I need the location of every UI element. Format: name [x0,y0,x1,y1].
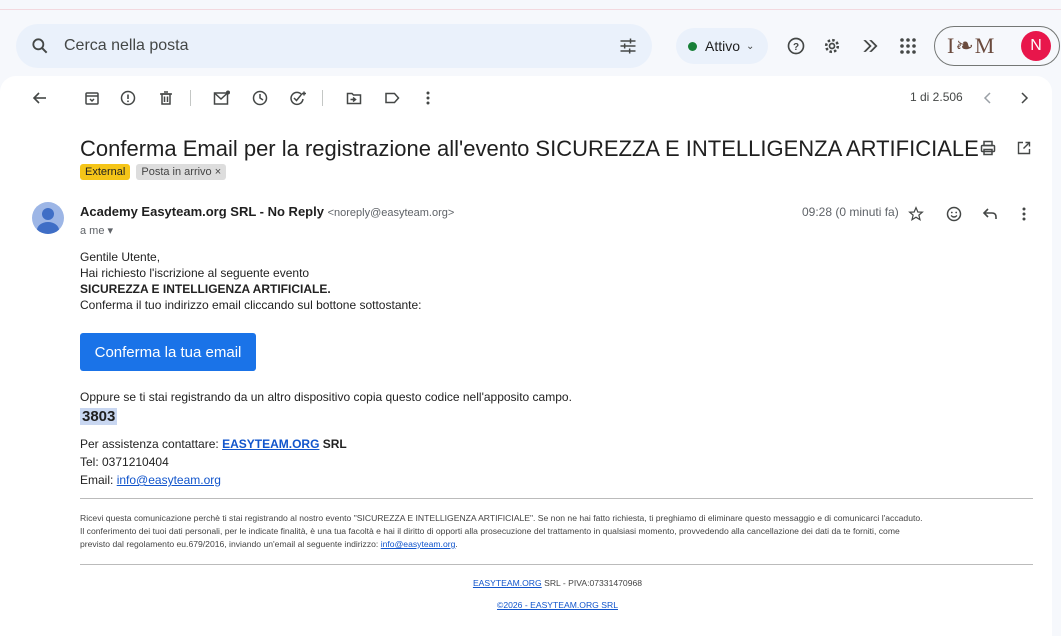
delete-trash-icon[interactable] [154,86,178,110]
settings-gear-icon[interactable] [820,34,844,58]
footer-vat-text: SRL - PIVA:07331470968 [541,578,643,588]
help-icon[interactable]: ? [784,34,808,58]
disclaimer-line-3: previsto dal regolamento eu.679/2016, in… [80,538,1035,551]
message-pane: 1 di 2.506 Conferma Email per la registr… [0,76,1052,636]
snooze-clock-icon[interactable] [248,86,272,110]
sender-avatar[interactable] [32,202,64,234]
page-count: 1 di 2.506 [910,90,963,104]
disclaimer-line-1: Ricevi questa comunicazione perchè ti st… [80,513,923,523]
footer-easyteam-link[interactable]: EASYTEAM.ORG [473,578,542,588]
reply-icon[interactable] [978,202,1002,226]
message-toolbar: 1 di 2.506 [0,76,1052,118]
received-time: 09:28 (0 minuti fa) [802,205,899,219]
search-input[interactable]: Cerca nella posta [64,37,604,55]
move-to-folder-icon[interactable] [342,86,366,110]
email-contact-line: Email: info@easyteam.org [80,473,221,487]
chevron-down-icon: ⌄ [746,40,755,52]
star-icon[interactable] [904,202,928,226]
older-chevron-right-icon[interactable] [1012,86,1036,110]
organization-logo: I❧M [947,33,996,58]
sender-address: <noreply@easyteam.org> [327,207,455,219]
avatar-head-shape [42,208,54,220]
disclaimer-email-link[interactable]: info@easyteam.org [381,539,456,549]
scrollbar[interactable] [1052,76,1061,626]
verification-code[interactable]: 3803 [80,408,118,425]
toolbar-divider [190,90,191,106]
newer-chevron-left-icon[interactable] [976,86,1000,110]
emoji-reaction-icon[interactable] [942,202,966,226]
external-badge: External [80,164,131,180]
add-task-icon[interactable] [286,86,310,110]
sender-name[interactable]: Academy Easyteam.org SRL - No Reply [80,204,324,219]
disclaimer-line-3-prefix: previsto dal regolamento eu.679/2016, in… [80,539,381,549]
mark-unread-icon[interactable] [210,86,234,110]
apps-grid-icon[interactable] [896,34,920,58]
copyright-link[interactable]: ©2026 - EASYTEAM.ORG SRL [497,600,618,610]
inbox-label-chip[interactable]: Posta in arrivo × [136,164,227,180]
archive-icon[interactable] [80,86,104,110]
disclaimer-line-2: Il conferimento dei tuoi dati personali,… [80,526,900,536]
body-line-2: Conferma il tuo indirizzo email cliccand… [80,298,422,312]
telephone-text: Tel: 0371210404 [80,455,169,469]
search-icon[interactable] [16,36,64,56]
event-name: SICUREZZA E INTELLIGENZA ARTIFICIALE. [80,282,331,296]
account-switcher[interactable]: I❧M N [934,26,1060,66]
email-subject: Conferma Email per la registrazione all'… [80,136,979,161]
open-in-new-window-icon[interactable] [1012,136,1036,160]
gemini-forward-icon[interactable] [858,34,882,58]
copyright-footer: ©2026 - EASYTEAM.ORG SRL [80,600,1035,610]
email-contact-prefix: Email: [80,473,117,487]
email-labels: External Posta in arrivo × [80,164,227,180]
toolbar-divider [322,90,323,106]
greeting-text: Gentile Utente, [80,250,161,264]
top-strip [0,0,1061,10]
disclaimer-line-3-suffix: . [455,539,458,549]
assistance-suffix: SRL [319,437,347,451]
alternate-device-text: Oppure se ti stai registrando da un altr… [80,390,572,404]
avatar[interactable]: N [1021,31,1051,61]
status-dot-icon [688,41,697,51]
avatar-body-shape [37,222,59,234]
status-label: Attivo [705,38,741,54]
report-spam-icon[interactable] [116,86,140,110]
label-tag-icon[interactable] [380,86,404,110]
more-vertical-icon[interactable] [416,86,440,110]
search-bar[interactable]: Cerca nella posta [16,24,652,68]
top-bar: Cerca nella posta Attivo ⌄ ? I❧M N [0,0,1061,76]
print-icon[interactable] [976,136,1000,160]
disclaimer-text: Ricevi questa comunicazione perchè ti st… [80,512,1035,551]
company-footer: EASYTEAM.ORG SRL - PIVA:07331470968 [80,578,1035,588]
easyteam-link[interactable]: EASYTEAM.ORG [222,437,319,451]
recipient-details-toggle[interactable]: a me ▾ [80,224,113,237]
assistance-prefix: Per assistenza contattare: [80,437,223,451]
body-line-1: Hai richiesto l'iscrizione al seguente e… [80,266,310,280]
search-filter-icon[interactable] [604,36,652,56]
divider [80,498,1033,499]
status-selector[interactable]: Attivo ⌄ [676,28,768,64]
back-arrow-icon[interactable] [28,86,52,110]
email-contact-link[interactable]: info@easyteam.org [117,473,221,487]
svg-text:?: ? [793,42,799,53]
assistance-line: Per assistenza contattare: EASYTEAM.ORG … [80,437,347,451]
divider [80,564,1033,565]
message-more-vertical-icon[interactable] [1012,202,1036,226]
sender-line: Academy Easyteam.org SRL - No Reply <nor… [80,204,454,219]
confirm-email-button[interactable]: Conferma la tua email [80,333,256,371]
